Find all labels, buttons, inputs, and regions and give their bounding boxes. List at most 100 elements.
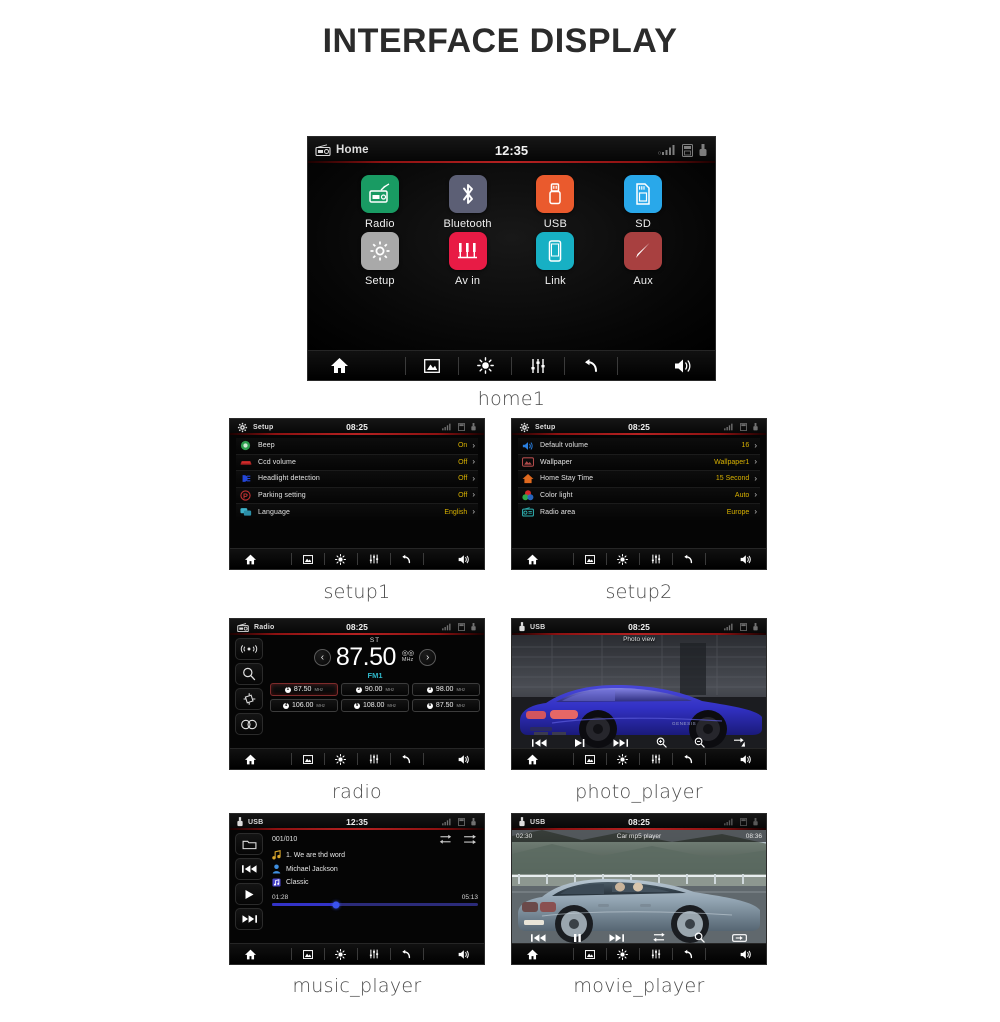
nav-brightness-button[interactable] — [325, 553, 357, 565]
pause-icon[interactable] — [573, 933, 582, 943]
nav-picture-button[interactable] — [574, 754, 606, 764]
bluetooth-icon[interactable] — [448, 175, 487, 213]
next-icon[interactable] — [613, 738, 629, 748]
play-icon[interactable] — [235, 883, 263, 905]
app-setup[interactable]: Setup — [336, 232, 424, 287]
nav-home-button[interactable] — [230, 554, 270, 565]
shuffle-icon[interactable] — [463, 834, 478, 845]
app-aux[interactable]: Aux — [599, 232, 687, 287]
progress-slider[interactable] — [272, 901, 478, 908]
nav-equalizer-button[interactable] — [358, 949, 390, 959]
nav-back-button[interactable] — [673, 554, 705, 564]
folder-icon[interactable] — [235, 833, 263, 855]
radio-preset-2[interactable]: 2 90.00 MHz — [341, 683, 409, 696]
prev-icon[interactable] — [531, 738, 547, 748]
search-icon[interactable] — [694, 932, 705, 943]
chevron-right-icon[interactable]: › — [472, 491, 475, 499]
gear-icon[interactable] — [360, 232, 399, 270]
radio-preset-6[interactable]: 6 87.50 MHz — [412, 699, 480, 712]
zoom-out-icon[interactable] — [694, 737, 706, 748]
nav-brightness-button[interactable] — [607, 753, 639, 765]
zoom-in-icon[interactable] — [656, 737, 667, 748]
nav-equalizer-button[interactable] — [512, 358, 564, 374]
play-icon[interactable] — [574, 738, 585, 748]
radio-preset-4[interactable]: 4 106.00 MHz — [270, 699, 338, 712]
app-avin[interactable]: Av in — [424, 232, 512, 287]
chevron-right-icon[interactable]: › — [472, 474, 475, 483]
chevron-right-icon[interactable]: › — [419, 649, 437, 666]
setup-row-language[interactable]: Language English › — [236, 504, 478, 521]
nav-back-button[interactable] — [391, 949, 423, 959]
nav-home-button[interactable] — [512, 949, 552, 960]
chevron-right-icon[interactable]: › — [754, 508, 757, 516]
chevron-left-icon[interactable]: ‹ — [313, 649, 331, 666]
nav-volume-button[interactable] — [444, 949, 484, 960]
nav-picture-button[interactable] — [292, 949, 324, 959]
nav-home-button[interactable] — [512, 754, 552, 765]
app-radio[interactable]: Radio — [336, 175, 424, 230]
app-link[interactable]: Link — [512, 232, 600, 287]
chevron-right-icon[interactable]: › — [754, 458, 757, 466]
setup-row-ccd-volume[interactable]: Ccd volume Off › — [236, 454, 478, 471]
setup-row-wallpaper[interactable]: Wallpaper Wallpaper1 › — [518, 454, 760, 471]
nav-picture-button[interactable] — [574, 949, 606, 959]
nav-back-button[interactable] — [391, 554, 423, 564]
nav-equalizer-button[interactable] — [358, 554, 390, 564]
nav-equalizer-button[interactable] — [358, 754, 390, 764]
radio-preset-3[interactable]: 3 98.00 MHz — [412, 683, 480, 696]
nav-back-button[interactable] — [565, 358, 617, 373]
setup-row-color-light[interactable]: Color light Auto › — [518, 487, 760, 504]
prev-track-icon[interactable] — [235, 858, 263, 880]
nav-volume-button[interactable] — [444, 754, 484, 765]
nav-volume-button[interactable] — [726, 754, 766, 765]
phone-link-icon[interactable] — [536, 232, 575, 270]
radio-preset-5[interactable]: 5 108.00 MHz — [341, 699, 409, 712]
nav-home-button[interactable] — [308, 357, 370, 374]
nav-volume-button[interactable] — [444, 554, 484, 565]
rotate-icon[interactable] — [733, 737, 746, 748]
radio-preset-1[interactable]: 1 87.50 MHz — [270, 683, 338, 696]
chevron-right-icon[interactable]: › — [754, 491, 757, 499]
nav-picture-button[interactable] — [292, 554, 324, 564]
chevron-right-icon[interactable]: › — [472, 458, 475, 466]
chevron-right-icon[interactable]: › — [754, 441, 757, 450]
nav-back-button[interactable] — [673, 949, 705, 959]
next-icon[interactable] — [609, 933, 625, 943]
nav-equalizer-button[interactable] — [640, 554, 672, 564]
scan-icon[interactable] — [235, 688, 263, 710]
nav-home-button[interactable] — [230, 754, 270, 765]
nav-volume-button[interactable] — [653, 358, 715, 374]
av-in-icon[interactable] — [448, 232, 487, 270]
chevron-right-icon[interactable]: › — [754, 474, 757, 483]
setup-row-parking-setting[interactable]: P Parking setting Off › — [236, 487, 478, 504]
setup-row-default-volume[interactable]: Default volume 16 › — [518, 438, 760, 455]
prev-icon[interactable] — [531, 933, 546, 943]
nav-picture-button[interactable] — [574, 554, 606, 564]
aux-plug-icon[interactable] — [624, 232, 663, 270]
nav-brightness-button[interactable] — [459, 357, 511, 374]
nav-brightness-button[interactable] — [325, 753, 357, 765]
nav-back-button[interactable] — [391, 754, 423, 764]
nav-brightness-button[interactable] — [607, 553, 639, 565]
app-bluetooth[interactable]: Bluetooth — [424, 175, 512, 230]
radio-icon[interactable] — [360, 175, 399, 213]
nav-brightness-button[interactable] — [325, 948, 357, 960]
nav-back-button[interactable] — [673, 754, 705, 764]
setup-row-headlight-detection[interactable]: Headlight detection Off › — [236, 471, 478, 488]
nav-volume-button[interactable] — [726, 554, 766, 565]
setup-row-beep[interactable]: Beep On › — [236, 438, 478, 455]
antenna-icon[interactable] — [235, 638, 263, 660]
repeat-icon[interactable] — [651, 932, 667, 943]
nav-equalizer-button[interactable] — [640, 949, 672, 959]
nav-volume-button[interactable] — [726, 949, 766, 960]
usb-icon[interactable] — [536, 175, 575, 213]
nav-picture-button[interactable] — [292, 754, 324, 764]
stereo-icon[interactable] — [235, 713, 263, 735]
repeat-icon[interactable] — [438, 834, 453, 845]
app-usb[interactable]: USB — [512, 175, 600, 230]
search-icon[interactable] — [235, 663, 263, 685]
sd-card-icon[interactable] — [624, 175, 663, 213]
chevron-right-icon[interactable]: › — [472, 508, 475, 516]
setup-row-home-stay-time[interactable]: Home Stay Time 15 Second › — [518, 471, 760, 488]
chevron-right-icon[interactable]: › — [472, 441, 475, 450]
